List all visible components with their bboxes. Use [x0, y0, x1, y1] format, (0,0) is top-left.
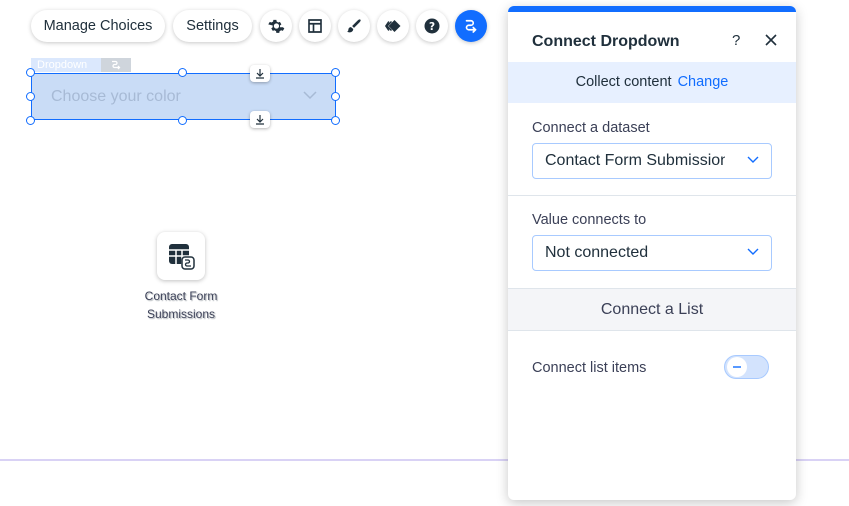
arrow-down-icon — [256, 69, 264, 79]
resize-handle-bc[interactable] — [178, 116, 187, 125]
resize-handle-tc[interactable] — [178, 68, 187, 77]
change-link[interactable]: Change — [678, 74, 729, 90]
connect-panel: Connect Dropdown ? Collect content Change… — [508, 6, 796, 500]
dataset-icon — [169, 244, 195, 270]
chevron-down-icon — [303, 91, 317, 100]
value-select-value: Not connected — [545, 244, 649, 261]
connect-icon — [465, 19, 477, 33]
resize-handle-br[interactable] — [331, 116, 340, 125]
resize-handle-tr[interactable] — [331, 68, 340, 77]
animation-icon — [384, 20, 401, 32]
gear-icon-button[interactable] — [260, 10, 292, 42]
stretch-bottom-button[interactable] — [250, 111, 270, 128]
panel-help-button[interactable]: ? — [732, 32, 740, 49]
manage-choices-button[interactable]: Manage Choices — [31, 10, 165, 42]
minus-icon — [733, 366, 741, 368]
chevron-down-icon — [747, 156, 759, 163]
arrow-down-icon — [256, 115, 264, 125]
layout-icon — [308, 19, 322, 33]
element-tag: Dropdown — [31, 58, 131, 72]
connect-list-header: Connect a List — [508, 289, 796, 331]
collect-content-bar: Collect content Change — [508, 62, 796, 103]
stretch-top-button[interactable] — [250, 65, 270, 82]
panel-header: Connect Dropdown ? — [508, 12, 796, 62]
dataset-select-value: Contact Form Submissions — [545, 152, 725, 169]
dataset-select[interactable]: Contact Form Submissions — [532, 143, 772, 179]
animation-icon-button[interactable] — [377, 10, 409, 42]
connect-list-items-toggle[interactable] — [724, 355, 769, 379]
connect-badge-icon — [101, 58, 131, 72]
value-select[interactable]: Not connected — [532, 235, 772, 271]
svg-text:?: ? — [429, 21, 435, 33]
dropdown-element[interactable]: Choose your color — [31, 73, 336, 120]
value-section: Value connects to Not connected — [508, 196, 796, 289]
help-icon-button[interactable]: ? — [416, 10, 448, 42]
dataset-section-label: Connect a dataset — [532, 120, 650, 136]
help-icon: ? — [424, 18, 440, 34]
resize-handle-ml[interactable] — [26, 92, 35, 101]
close-icon[interactable] — [765, 34, 777, 46]
connect-list-items-row: Connect list items — [508, 331, 796, 405]
dropdown-placeholder: Choose your color — [51, 88, 181, 105]
design-icon-button[interactable] — [338, 10, 370, 42]
connect-data-icon-button[interactable] — [455, 10, 487, 42]
gear-icon — [268, 19, 285, 33]
resize-handle-bl[interactable] — [26, 116, 35, 125]
resize-handle-mr[interactable] — [331, 92, 340, 101]
value-section-label: Value connects to — [532, 212, 647, 228]
toggle-knob — [727, 357, 747, 377]
chevron-down-icon — [747, 248, 759, 255]
connect-list-items-label: Connect list items — [532, 360, 647, 376]
brush-icon — [347, 19, 361, 33]
dataset-label: Contact Form Submissions — [144, 289, 218, 321]
layout-icon-button[interactable] — [299, 10, 331, 42]
collect-content-text: Collect content — [575, 74, 672, 90]
settings-button[interactable]: Settings — [173, 10, 252, 42]
dataset-element[interactable] — [157, 232, 205, 280]
dataset-section: Connect a dataset Contact Form Submissio… — [508, 103, 796, 196]
panel-title: Connect Dropdown — [532, 33, 680, 50]
resize-handle-tl[interactable] — [26, 68, 35, 77]
element-tag-label: Dropdown — [31, 58, 101, 72]
